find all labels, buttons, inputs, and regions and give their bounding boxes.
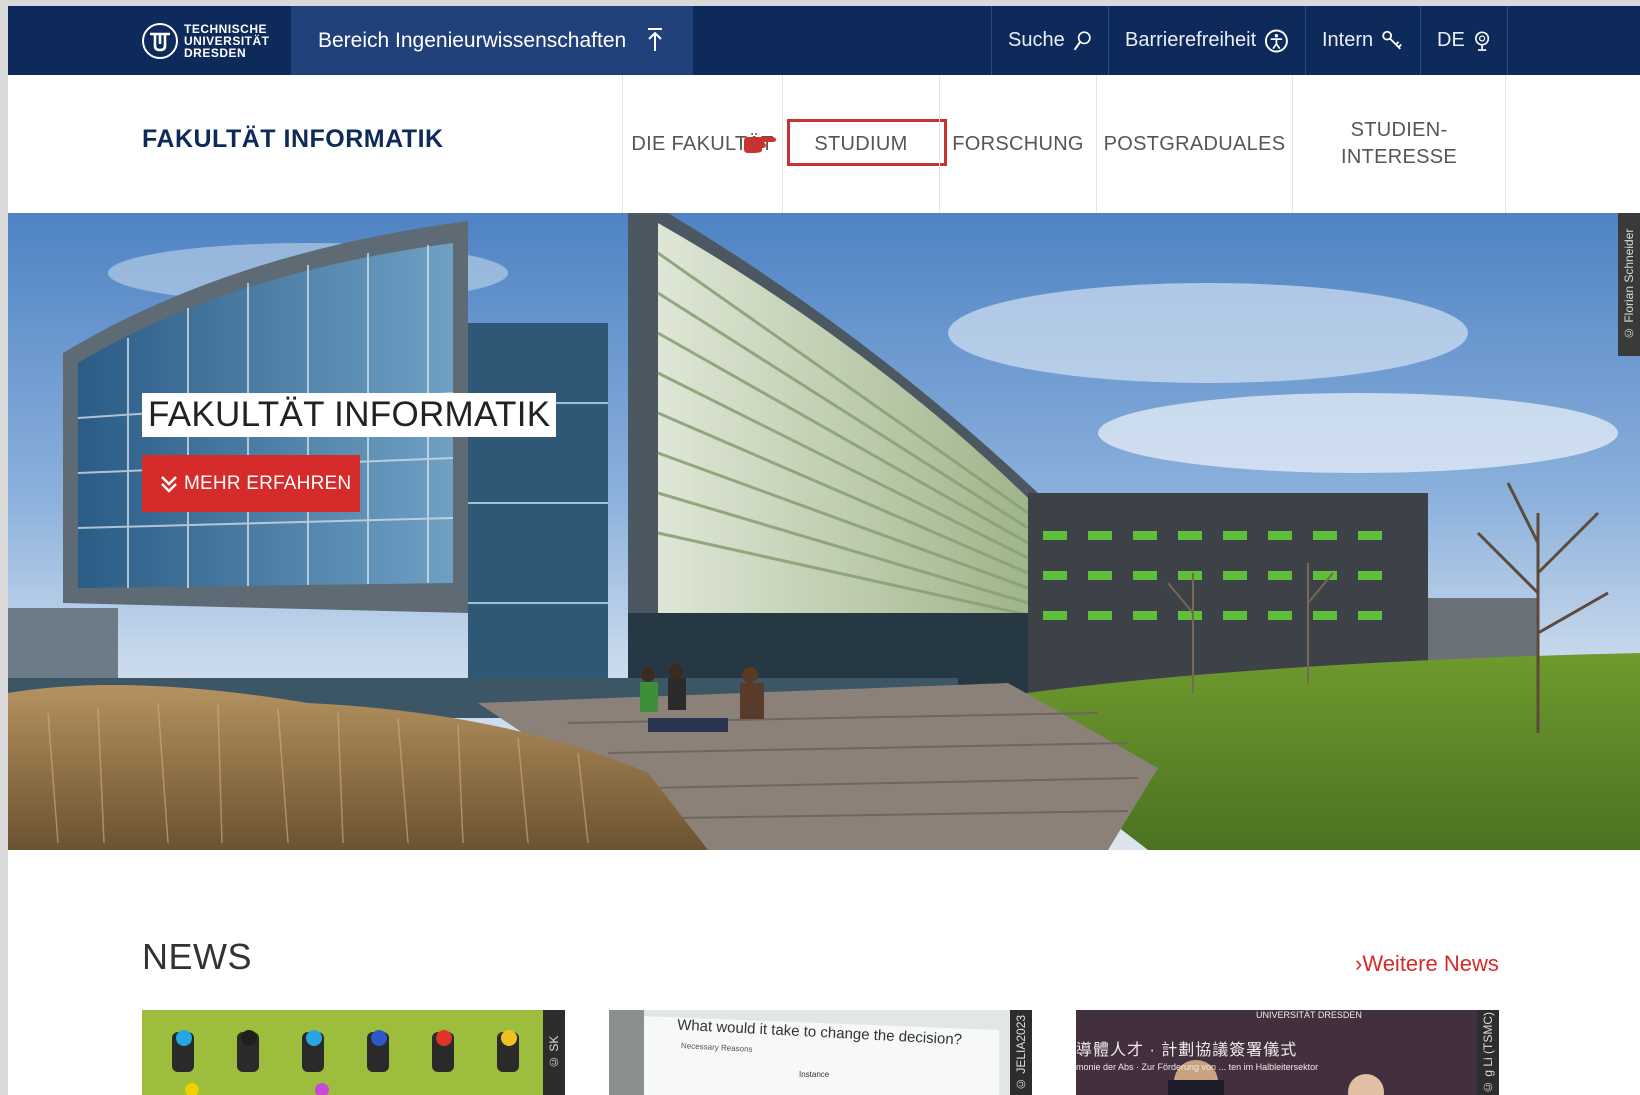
news-card-1-credit: © SK: [543, 1010, 565, 1095]
faculty-title[interactable]: FAKULTÄT INFORMATIK: [142, 125, 444, 154]
tud-logo-text: TECHNISCHE UNIVERSITÄT DRESDEN: [184, 23, 270, 59]
double-chevron-down-icon: [161, 475, 177, 493]
bereich-label: Bereich Ingenieurwissenschaften: [318, 28, 627, 52]
nav-label-studien: STUDIEN-: [1350, 119, 1448, 141]
nav-label-forschung: FORSCHUNG: [952, 132, 1084, 155]
search-label: Suche: [1008, 29, 1065, 51]
mehr-erfahren-label: MEHR ERFAHREN: [184, 472, 352, 494]
nav-label-postgraduales: POSTGRADUALES: [1103, 132, 1286, 155]
news-card-3-line1: 導體人才 · 計劃協議簽署儀式: [1076, 1042, 1298, 1059]
news-card-3-line2: monie der Abs · Zur Förderung von ... te…: [1076, 1062, 1319, 1072]
news-card-2[interactable]: What would it take to change the decisio…: [609, 1010, 1032, 1095]
nav-forschung[interactable]: FORSCHUNG: [939, 75, 1096, 213]
search-icon: [1073, 30, 1091, 50]
nav-label-interesse: INTERESSE: [1340, 146, 1458, 168]
intern-link[interactable]: Intern: [1305, 6, 1420, 75]
logo-line-3: DRESDEN: [184, 46, 247, 60]
mehr-erfahren-button[interactable]: MEHR ERFAHREN: [142, 455, 360, 512]
news-card-3-credit: © g Li (TSMC): [1477, 1010, 1499, 1095]
news-card-2-instance: Instance: [799, 1070, 830, 1079]
top-bar: TECHNISCHE UNIVERSITÄT DRESDEN Bereich I…: [8, 6, 1640, 75]
nav-studieninteresse[interactable]: STUDIEN- INTERESSE: [1292, 75, 1506, 213]
arrow-up-icon: [645, 26, 665, 59]
language-label: DE: [1437, 29, 1465, 51]
news-heading: NEWS: [142, 936, 252, 977]
nav-postgraduales[interactable]: POSTGRADUALES: [1096, 75, 1292, 213]
accessibility-label: Barrierefreiheit: [1125, 29, 1257, 51]
photo-credit: © Florian Schneider: [1618, 213, 1640, 356]
nav-studium[interactable]: STUDIUM: [782, 75, 947, 213]
language-link[interactable]: DE: [1420, 6, 1508, 75]
weitere-news-label: Weitere News: [1362, 951, 1499, 976]
news-card-1[interactable]: © SK: [142, 1010, 565, 1095]
nav-label-studium: STUDIUM: [814, 132, 908, 155]
site-header: FAKULTÄT INFORMATIK DIE FAKULTÄT STUDIUM…: [8, 75, 1640, 213]
intern-label: Intern: [1322, 29, 1374, 51]
top-links: Suche Barrierefreiheit Intern DE: [991, 6, 1508, 75]
news-card-2-image: [609, 1010, 1032, 1095]
hero-banner: FAKULTÄT INFORMATIK MEHR ERFAHREN © Flor…: [8, 213, 1640, 850]
hero-photo: [8, 213, 1640, 850]
page: TECHNISCHE UNIVERSITÄT DRESDEN Bereich I…: [8, 6, 1640, 1095]
news-card-2-credit: © JELIA2023: [1010, 1010, 1032, 1095]
search-link[interactable]: Suche: [991, 6, 1108, 75]
accessibility-icon: [1265, 29, 1289, 52]
tud-logo-icon: [142, 23, 178, 59]
accessibility-link[interactable]: Barrierefreiheit: [1108, 6, 1305, 75]
bereich-link[interactable]: Bereich Ingenieurwissenschaften: [291, 6, 693, 75]
news-card-1-image: [142, 1010, 565, 1095]
news-card-3-logo: UNIVERSITÄT DRESDEN: [1256, 1010, 1362, 1020]
pointer-hand-icon: [742, 133, 782, 160]
tud-logo[interactable]: TECHNISCHE UNIVERSITÄT DRESDEN: [142, 20, 270, 62]
key-icon: [1382, 30, 1402, 50]
news-card-3[interactable]: UNIVERSITÄT DRESDEN 導體人才 · 計劃協議簽署儀式 moni…: [1076, 1010, 1499, 1095]
weitere-news-link[interactable]: ›Weitere News: [1355, 951, 1499, 977]
globe-icon: [1474, 30, 1489, 51]
hero-title: FAKULTÄT INFORMATIK: [142, 393, 557, 437]
